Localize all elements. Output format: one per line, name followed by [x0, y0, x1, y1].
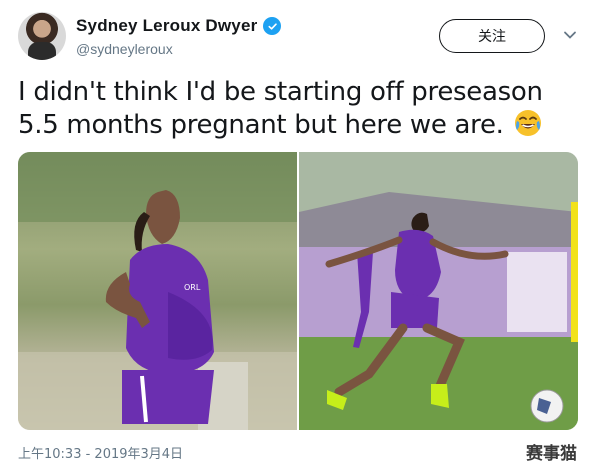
photo-left-illustration: ORL: [18, 152, 297, 430]
photo-right[interactable]: [299, 152, 578, 430]
user-handle[interactable]: @sydneyleroux: [76, 41, 173, 57]
media-gallery: ORL: [18, 152, 578, 430]
avatar[interactable]: [18, 12, 66, 60]
display-name[interactable]: Sydney Leroux Dwyer: [76, 16, 257, 36]
tweet-timestamp[interactable]: 上午10:33 - 2019年3月4日: [18, 443, 183, 462]
follow-button[interactable]: 关注: [439, 19, 545, 53]
tweet-body: I didn't think I'd be starting off prese…: [18, 77, 543, 140]
watermark: 赛事猫: [526, 444, 577, 464]
name-row: Sydney Leroux Dwyer: [76, 16, 282, 36]
svg-text:ORL: ORL: [184, 283, 201, 292]
verified-badge-icon: [263, 17, 282, 35]
photo-left[interactable]: ORL: [18, 152, 297, 430]
tweet-text: I didn't think I'd be starting off prese…: [18, 76, 584, 142]
face-with-tears-of-joy-icon: [514, 110, 541, 136]
chevron-down-icon[interactable]: [563, 28, 577, 42]
tweet-header: Sydney Leroux Dwyer @sydneyleroux 关注: [18, 12, 584, 62]
photo-right-illustration: [299, 152, 578, 430]
